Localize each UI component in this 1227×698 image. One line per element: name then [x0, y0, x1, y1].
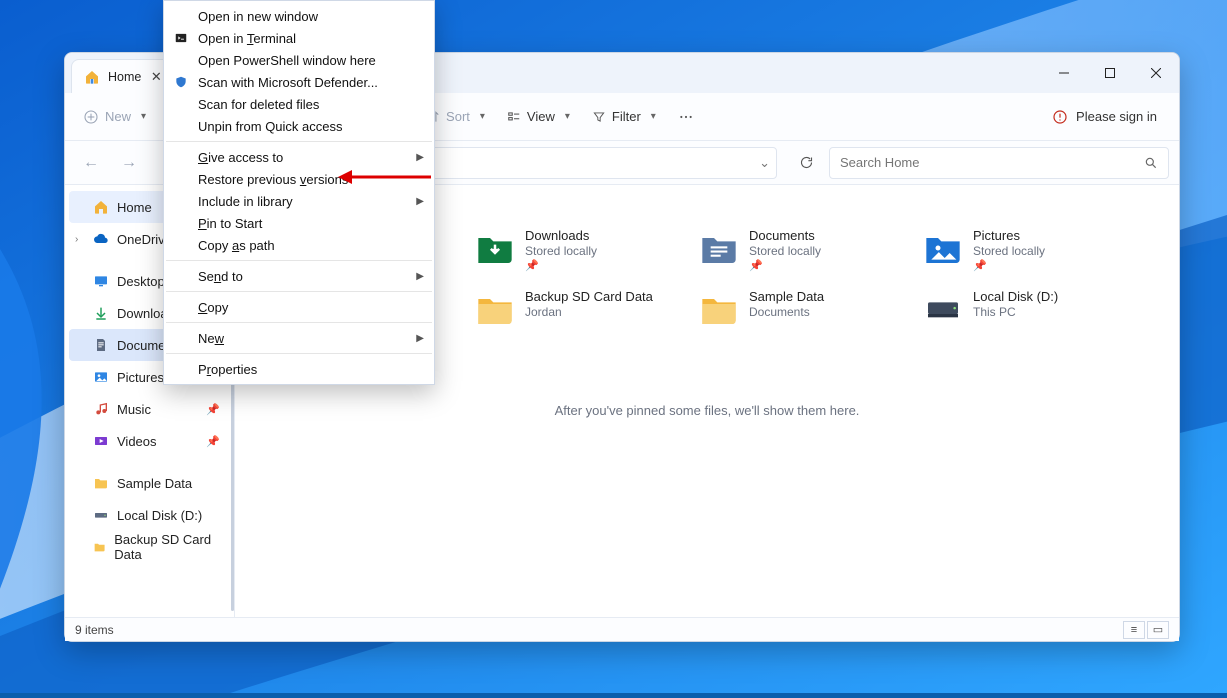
- chevron-right-icon[interactable]: ›: [75, 234, 78, 245]
- sidebar-item-sampledata[interactable]: Sample Data: [69, 467, 230, 499]
- home-icon: [93, 199, 109, 215]
- downloads-folder-icon: [475, 228, 515, 268]
- chevron-right-icon: ▶: [416, 333, 424, 344]
- tile-sample[interactable]: Sample DataDocuments: [697, 287, 907, 336]
- chevron-right-icon: ▶: [416, 152, 424, 163]
- pin-icon: 📌: [206, 435, 220, 448]
- chevron-right-icon: ▶: [416, 196, 424, 207]
- filter-button[interactable]: Filter: [582, 101, 666, 133]
- ctx-open-powershell[interactable]: Open PowerShell window here: [164, 49, 434, 71]
- ctx-scan-deleted[interactable]: Scan for deleted files: [164, 93, 434, 115]
- plus-circle-icon: [83, 109, 99, 125]
- view-button[interactable]: View: [497, 101, 580, 133]
- drive-icon: [923, 289, 963, 329]
- pictures-icon: [93, 369, 109, 385]
- shield-icon: [172, 75, 190, 89]
- minimize-button[interactable]: [1041, 53, 1087, 93]
- ctx-copy-path[interactable]: Copy as path: [164, 234, 434, 256]
- tab-home[interactable]: Home ✕: [71, 59, 172, 93]
- alert-icon: [1052, 109, 1068, 125]
- window-controls: [1041, 53, 1179, 93]
- ctx-give-access[interactable]: Give access to▶: [164, 146, 434, 168]
- ctx-open-terminal[interactable]: Open in Terminal: [164, 27, 434, 49]
- forward-button[interactable]: →: [113, 147, 145, 179]
- folder-icon: [475, 289, 515, 329]
- back-button[interactable]: ←: [75, 147, 107, 179]
- favorites-empty-text: After you've pinned some files, we'll sh…: [249, 403, 1165, 418]
- pictures-folder-icon: [923, 228, 963, 268]
- home-icon: [84, 69, 100, 85]
- maximize-button[interactable]: [1087, 53, 1133, 93]
- drive-icon: [93, 507, 109, 523]
- item-count: 9 items: [75, 623, 114, 637]
- documents-folder-icon: [699, 228, 739, 268]
- separator: [166, 291, 432, 292]
- cloud-icon: [93, 231, 109, 247]
- ctx-restore-previous[interactable]: Restore previous versions: [164, 168, 434, 190]
- search-icon: [1144, 156, 1158, 170]
- tile-documents[interactable]: DocumentsStored locally📌: [697, 226, 907, 275]
- chevron-down-icon[interactable]: ⌄: [759, 155, 770, 171]
- tile-downloads[interactable]: DownloadsStored locally📌: [473, 226, 683, 275]
- ctx-send-to[interactable]: Send to▶: [164, 265, 434, 287]
- context-menu: Open in new window Open in Terminal Open…: [163, 0, 435, 385]
- separator: [166, 353, 432, 354]
- videos-icon: [93, 433, 109, 449]
- ctx-properties[interactable]: Properties: [164, 358, 434, 380]
- pin-icon: 📌: [749, 260, 821, 273]
- tile-backup[interactable]: Backup SD Card DataJordan: [473, 287, 683, 336]
- tab-close-button[interactable]: ✕: [149, 70, 163, 84]
- search-input[interactable]: [840, 155, 1136, 170]
- desktop-icon: [93, 273, 109, 289]
- tile-pictures[interactable]: PicturesStored locally📌: [921, 226, 1131, 275]
- search-box[interactable]: [829, 147, 1169, 179]
- folder-icon: [93, 475, 109, 491]
- tab-label: Home: [108, 70, 141, 84]
- tile-localdisk[interactable]: Local Disk (D:)This PC: [921, 287, 1131, 336]
- separator: [166, 260, 432, 261]
- download-icon: [93, 305, 109, 321]
- ctx-copy[interactable]: Copy: [164, 296, 434, 318]
- sidebar-item-backupsd[interactable]: Backup SD Card Data: [69, 531, 230, 563]
- folder-icon: [699, 289, 739, 329]
- ctx-open-new-window[interactable]: Open in new window: [164, 5, 434, 27]
- ctx-include-library[interactable]: Include in library▶: [164, 190, 434, 212]
- pin-icon: 📌: [973, 260, 1045, 273]
- ctx-pin-start[interactable]: Pin to Start: [164, 212, 434, 234]
- sidebar-item-localdiskd[interactable]: Local Disk (D:): [69, 499, 230, 531]
- ctx-new[interactable]: New▶: [164, 327, 434, 349]
- ctx-scan-defender[interactable]: Scan with Microsoft Defender...: [164, 71, 434, 93]
- separator: [166, 322, 432, 323]
- refresh-button[interactable]: [789, 147, 823, 179]
- view-icon: [507, 110, 521, 124]
- new-button[interactable]: New: [73, 101, 156, 133]
- details-view-button[interactable]: ≡: [1123, 621, 1145, 639]
- more-button[interactable]: [668, 101, 704, 133]
- ellipsis-icon: [678, 109, 694, 125]
- sidebar-item-videos[interactable]: Videos📌: [69, 425, 230, 457]
- status-bar: 9 items ≡ ▭: [65, 617, 1179, 641]
- folder-icon: [93, 539, 106, 555]
- separator: [166, 141, 432, 142]
- sidebar-item-music[interactable]: Music📌: [69, 393, 230, 425]
- pin-icon: 📌: [525, 260, 597, 273]
- close-button[interactable]: [1133, 53, 1179, 93]
- chevron-right-icon: ▶: [416, 271, 424, 282]
- pin-icon: 📌: [206, 403, 220, 416]
- sign-in-prompt[interactable]: Please sign in: [1038, 109, 1171, 125]
- terminal-icon: [172, 31, 190, 45]
- document-icon: [93, 337, 109, 353]
- music-icon: [93, 401, 109, 417]
- filter-icon: [592, 110, 606, 124]
- thumbnails-view-button[interactable]: ▭: [1147, 621, 1169, 639]
- ctx-unpin-quick[interactable]: Unpin from Quick access: [164, 115, 434, 137]
